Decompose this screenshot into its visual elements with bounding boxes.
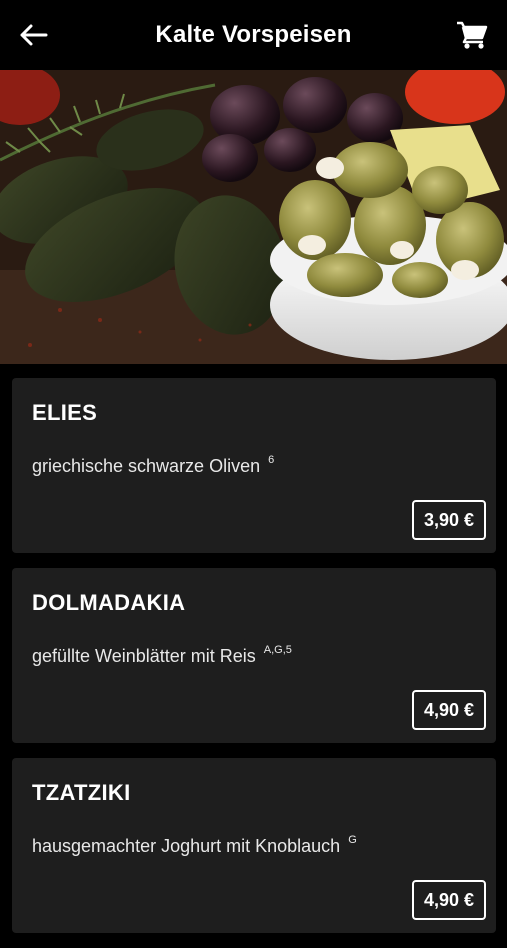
arrow-left-icon bbox=[20, 24, 48, 46]
description-text: hausgemachter Joghurt mit Knoblauch bbox=[32, 836, 341, 856]
app-header: Kalte Vorspeisen bbox=[0, 0, 507, 70]
cart-button[interactable] bbox=[455, 18, 489, 52]
menu-item-card[interactable]: ELIES griechische schwarze Oliven 6 3,90 … bbox=[12, 378, 496, 553]
allergen-codes: 6 bbox=[268, 454, 275, 466]
food-photo bbox=[0, 70, 507, 364]
description-text: gefüllte Weinblätter mit Reis bbox=[32, 646, 256, 666]
price-button[interactable]: 3,90 € bbox=[411, 500, 486, 540]
price-button[interactable]: 4,90 € bbox=[411, 690, 486, 730]
item-description: griechische schwarze Oliven 6 bbox=[32, 454, 275, 477]
menu-item-list: ELIES griechische schwarze Oliven 6 3,90 … bbox=[12, 378, 496, 948]
shopping-cart-icon bbox=[457, 21, 488, 49]
allergen-codes: G bbox=[348, 834, 357, 846]
hero-image bbox=[0, 70, 507, 364]
item-name: TZATZIKI bbox=[32, 780, 131, 805]
item-name: ELIES bbox=[32, 400, 98, 425]
description-text: griechische schwarze Oliven bbox=[32, 456, 261, 476]
back-button[interactable] bbox=[16, 20, 50, 50]
item-name: DOLMADAKIA bbox=[32, 590, 186, 615]
item-description: gefüllte Weinblätter mit Reis A,G,5 bbox=[32, 644, 292, 667]
menu-item-card[interactable]: TZATZIKI hausgemachter Joghurt mit Knobl… bbox=[12, 758, 496, 933]
allergen-codes: A,G,5 bbox=[263, 644, 292, 656]
item-description: hausgemachter Joghurt mit Knoblauch G bbox=[32, 834, 357, 857]
page-title: Kalte Vorspeisen bbox=[155, 21, 352, 48]
menu-item-card[interactable]: DOLMADAKIA gefüllte Weinblätter mit Reis… bbox=[12, 568, 496, 743]
price-button[interactable]: 4,90 € bbox=[411, 880, 486, 920]
